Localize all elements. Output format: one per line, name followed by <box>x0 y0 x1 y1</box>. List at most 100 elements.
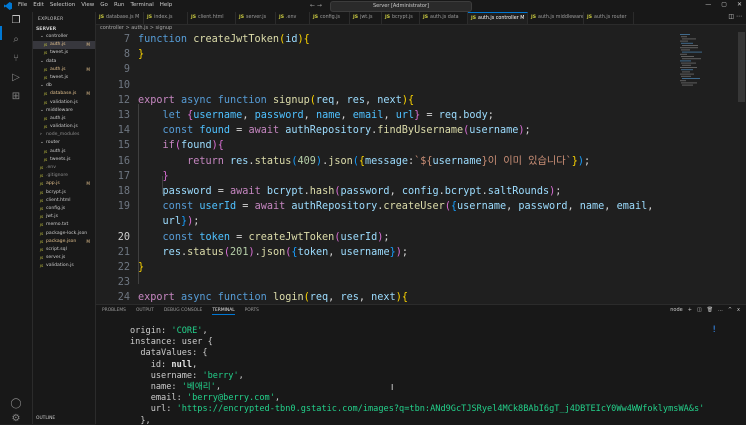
terminal-shell-label[interactable]: node <box>670 307 682 313</box>
tree-file[interactable]: JS tweet.js <box>33 74 95 82</box>
workspace-root[interactable]: SERVER <box>36 27 56 32</box>
panel-tab-ports[interactable]: PORTS <box>245 308 259 315</box>
maximize-panel-icon[interactable]: ^ <box>728 307 732 313</box>
tree-file[interactable]: JS auth.js <box>33 148 95 156</box>
menu-view[interactable]: View <box>81 2 94 8</box>
menu-selection[interactable]: Selection <box>50 2 75 8</box>
breadcrumb[interactable]: controller > auth.js > signup <box>100 25 172 31</box>
menu-terminal[interactable]: Terminal <box>130 2 153 8</box>
tree-file[interactable]: JS auth.js M <box>33 41 95 50</box>
menu-go[interactable]: Go <box>100 2 108 8</box>
tree-file[interactable]: JS validation.js <box>33 99 95 107</box>
tree-file[interactable]: JS client.html <box>33 197 95 205</box>
tab[interactable]: JS config.js <box>310 12 350 24</box>
outline-section[interactable]: OUTLINE <box>36 416 55 421</box>
kill-terminal-icon[interactable]: 🗑 <box>707 307 713 313</box>
terminal-output[interactable]: origin: 'CORE', instance: user { dataValu… <box>96 323 746 425</box>
tree-file[interactable]: JS package-lock.json <box>33 230 95 238</box>
settings-gear-icon[interactable]: ⚙ <box>10 413 22 425</box>
close-window-icon[interactable]: ✕ <box>737 1 742 8</box>
minimap-line <box>682 51 702 53</box>
tree-folder[interactable]: ⌄ data <box>33 58 95 66</box>
minimap[interactable] <box>676 32 716 304</box>
tree-folder[interactable]: › node_modules <box>33 131 95 139</box>
tree-file[interactable]: JS tweets.js <box>33 156 95 164</box>
tab[interactable]: JS .env <box>276 12 310 24</box>
close-panel-icon[interactable]: x <box>737 307 740 313</box>
panel-tabs: PROBLEMS OUTPUT DEBUG CONSOLE TERMINAL PORTS <box>102 308 259 315</box>
tab[interactable]: JS bcrypt.js <box>382 12 420 24</box>
tree-file[interactable]: JS config.js <box>33 205 95 213</box>
minimize-icon[interactable]: — <box>705 1 711 8</box>
menu-file[interactable]: File <box>18 2 27 8</box>
tab[interactable]: JS jwt.js <box>350 12 382 24</box>
tree-folder[interactable]: ⌄ middleware <box>33 107 95 115</box>
nav-arrows-icon[interactable]: ← → <box>310 2 322 9</box>
extensions-icon[interactable]: ⊞ <box>10 91 22 103</box>
tab[interactable]: JS client.html <box>188 12 236 24</box>
panel-tab-terminal[interactable]: TERMINAL <box>212 308 235 315</box>
minimap-line <box>682 38 696 40</box>
terminal-line: url: 'https://encrypted-tbn0.gstatic.com… <box>130 404 705 415</box>
tab[interactable]: JS auth.js router <box>584 12 634 24</box>
split-editor-icon[interactable]: ◫ <box>728 13 734 20</box>
account-icon[interactable]: ◯ <box>10 398 22 410</box>
panel-tab-debug-console[interactable]: DEBUG CONSOLE <box>164 308 202 315</box>
split-terminal-icon[interactable]: ◫ <box>697 307 702 313</box>
terminal-line: username: 'berry', <box>130 370 244 381</box>
tab[interactable]: JS index.js <box>144 12 188 24</box>
tree-file[interactable]: JS package.json M <box>33 238 95 246</box>
more-icon[interactable]: ... <box>718 307 723 313</box>
tree-file[interactable]: JS validation.js <box>33 262 95 270</box>
code-editor[interactable]: 7 function createJwtToken(id){8} 9 10 12 expo… <box>96 32 718 304</box>
tree-file[interactable]: JS jwt.js <box>33 213 95 221</box>
explorer-icon[interactable]: ❐ <box>10 15 22 27</box>
tree-file[interactable]: JS .env <box>33 164 95 172</box>
tree-file[interactable]: JS .gitignore <box>33 172 95 180</box>
js-file-icon: JS <box>99 15 105 20</box>
tree-file[interactable]: JS script.sql <box>33 246 95 254</box>
tab[interactable]: JS server.js <box>236 12 276 24</box>
tree-folder[interactable]: ⌄ controller <box>33 33 95 41</box>
tree-file[interactable]: JS validation.js <box>33 123 95 131</box>
tab[interactable]: JS auth.js controller M <box>468 12 528 24</box>
js-file-icon: JS <box>40 206 44 211</box>
tree-item-label: database.js <box>50 91 77 97</box>
tab[interactable]: JS auth.js middleware <box>528 12 584 24</box>
minimap-line <box>682 71 690 73</box>
tab[interactable]: JS database.js M <box>96 12 144 24</box>
tree-file[interactable]: JS auth.js M <box>33 66 95 74</box>
tree-file[interactable]: JS bcrypt.js <box>33 189 95 197</box>
js-file-icon: JS <box>423 15 429 20</box>
tree-folder[interactable]: ⌄ router <box>33 139 95 147</box>
chevron-down-icon: ⌄ <box>40 107 44 113</box>
tree-file[interactable]: JS app.js M <box>33 180 95 188</box>
tree-file[interactable]: JS database.js M <box>33 90 95 98</box>
tree-file[interactable]: JS auth.js <box>33 115 95 123</box>
search-icon[interactable]: ⌕ <box>10 34 22 46</box>
menu-run[interactable]: Run <box>114 2 125 8</box>
tree-folder[interactable]: ⌄ db <box>33 82 95 90</box>
panel-tab-output[interactable]: OUTPUT <box>136 308 154 315</box>
tab[interactable]: JS auth.js data <box>420 12 468 24</box>
new-terminal-icon[interactable]: + <box>688 307 692 313</box>
window-controls: — ▢ ✕ <box>705 1 742 8</box>
js-file-icon: JS <box>385 15 391 20</box>
panel-tab-problems[interactable]: PROBLEMS <box>102 308 126 315</box>
js-file-icon: JS <box>40 215 44 220</box>
tree-file[interactable]: JS server.js <box>33 254 95 262</box>
bottom-panel: PROBLEMS OUTPUT DEBUG CONSOLE TERMINAL PORTS… <box>96 304 746 425</box>
menu-help[interactable]: Help <box>160 2 173 8</box>
menu-edit[interactable]: Edit <box>33 2 44 8</box>
minimap-line <box>681 82 697 84</box>
source-control-icon[interactable]: ⑂ <box>10 53 22 65</box>
editor-scrollbar[interactable] <box>737 32 746 304</box>
tree-file[interactable]: JS tweet.js <box>33 49 95 57</box>
maximize-icon[interactable]: ▢ <box>721 1 727 8</box>
run-debug-icon[interactable]: ▷ <box>10 72 22 84</box>
command-center-search[interactable]: Server [Administrator] <box>330 1 472 12</box>
tree-file[interactable]: JS memo.txt <box>33 221 95 229</box>
more-actions-icon[interactable]: ⋯ <box>736 13 742 20</box>
tab-label: auth.js data <box>430 15 459 20</box>
scrollbar-thumb[interactable] <box>738 32 745 102</box>
